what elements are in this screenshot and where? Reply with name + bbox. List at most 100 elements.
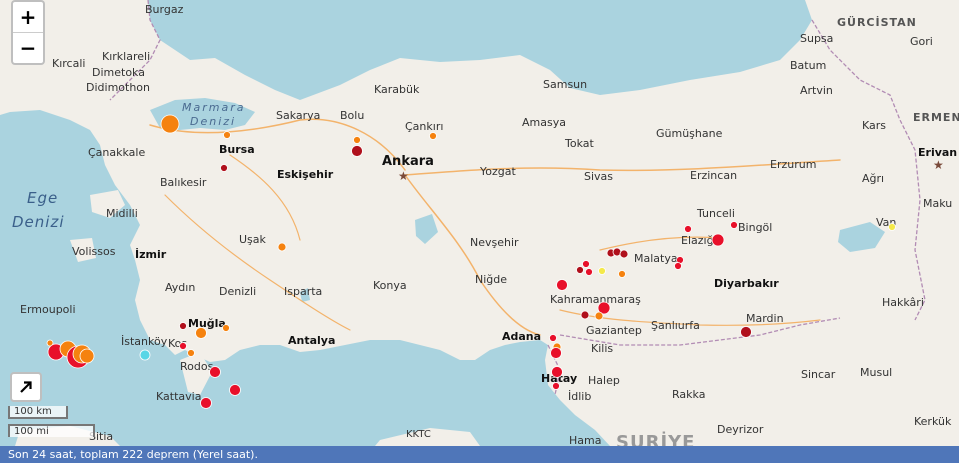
label-gaziantep: Gaziantep (586, 324, 642, 337)
label-nevsehir: Nevşehir (470, 236, 519, 249)
label-halep: Halep (588, 374, 620, 387)
quake-marker[interactable] (179, 322, 187, 330)
label-eskisehir: Eskişehir (277, 168, 334, 181)
label-istankoy: İstanköy (121, 335, 168, 348)
quake-marker[interactable] (277, 242, 287, 252)
quake-marker[interactable] (222, 324, 230, 332)
quake-marker[interactable] (582, 260, 590, 268)
label-yozgat: Yozgat (479, 165, 516, 178)
expand-button[interactable] (10, 372, 42, 402)
label-hama: Hama (569, 434, 601, 446)
scale-bar-mi: 100 mi (8, 424, 95, 437)
label-kktc: KKTC (406, 429, 431, 440)
label-usak: Uşak (239, 233, 267, 246)
label-marmara-denizi: Denizi (190, 115, 236, 128)
label-sakarya: Sakarya (276, 109, 320, 122)
label-antalya: Antalya (288, 334, 335, 347)
label-kircali: Kırcali (52, 57, 85, 70)
label-isparta: Isparta (284, 285, 322, 298)
map-svg[interactable]: Burgaz GÜRCİSTAN Kırklareli Kırcali Dime… (0, 0, 959, 453)
label-mugla: Muğla (188, 317, 226, 330)
status-bar: Son 24 saat, toplam 222 deprem (Yerel sa… (0, 446, 959, 463)
label-agri: Ağrı (862, 172, 884, 185)
quake-marker[interactable] (353, 136, 361, 144)
label-ege-denizi: Denizi (12, 213, 65, 231)
label-sanliurfa: Şanlıurfa (651, 319, 700, 332)
quake-marker[interactable] (594, 311, 604, 321)
label-supsa: Supsa (800, 32, 833, 45)
label-gori: Gori (910, 35, 933, 48)
label-aydin: Aydın (165, 281, 195, 294)
quake-marker[interactable] (223, 131, 231, 139)
label-maku: Maku (923, 197, 952, 210)
quake-marker[interactable] (179, 342, 187, 350)
quake-marker[interactable] (220, 164, 228, 172)
quake-marker[interactable] (684, 225, 692, 233)
label-kilis: Kilis (591, 342, 613, 355)
erivan-star-icon: ★ (933, 158, 944, 172)
label-canakkale: Çanakkale (88, 146, 145, 159)
quake-marker[interactable] (740, 326, 752, 338)
label-bursa: Bursa (219, 143, 255, 156)
quake-marker[interactable] (598, 267, 606, 275)
quake-marker[interactable] (888, 223, 896, 231)
quake-marker[interactable] (619, 249, 629, 259)
label-gurcistan: GÜRCİSTAN (837, 15, 917, 29)
quake-marker[interactable] (549, 334, 557, 342)
label-karabuk: Karabük (374, 83, 420, 96)
label-deyrizor: Deyrizor (717, 423, 764, 436)
label-ermoupoli: Ermoupoli (20, 303, 76, 316)
label-konya: Konya (373, 279, 407, 292)
quake-marker[interactable] (79, 348, 95, 364)
label-tokat: Tokat (564, 137, 594, 150)
label-dimetoka: Dimetoka (92, 66, 145, 79)
quake-marker[interactable] (674, 262, 682, 270)
label-elazig: Elazığ (681, 234, 714, 247)
quake-marker[interactable] (730, 221, 738, 229)
zoom-in-button[interactable]: + (13, 2, 43, 32)
label-cankiri: Çankırı (405, 120, 443, 133)
label-volissos: Volissos (72, 245, 116, 258)
label-malatya: Malatya (634, 252, 678, 265)
label-ermenistan: ERMENİS (913, 110, 959, 124)
label-ankara: Ankara (382, 154, 434, 169)
quake-marker[interactable] (351, 145, 363, 157)
zoom-control: + − (11, 0, 45, 65)
label-marmara: Marmara (182, 101, 245, 114)
quake-marker[interactable] (580, 310, 590, 320)
ankara-star-icon: ★ (398, 169, 409, 183)
quake-marker[interactable] (187, 349, 195, 357)
scale-bar-km: 100 km (8, 406, 68, 419)
label-batum: Batum (790, 59, 826, 72)
quake-marker[interactable] (556, 279, 568, 291)
quake-marker[interactable] (139, 349, 151, 361)
label-didimothon: Didimothon (86, 81, 150, 94)
quake-marker[interactable] (160, 114, 180, 134)
label-midilli: Midilli (106, 207, 138, 220)
quake-marker[interactable] (195, 327, 207, 339)
label-burgaz: Burgaz (145, 3, 184, 16)
label-hakkari: Hakkâri (882, 296, 924, 309)
quake-marker[interactable] (551, 366, 563, 378)
quake-marker[interactable] (552, 382, 560, 390)
quake-marker[interactable] (550, 347, 562, 359)
quake-marker[interactable] (200, 397, 212, 409)
label-adana: Adana (502, 330, 541, 343)
quake-marker[interactable] (209, 366, 221, 378)
quake-marker[interactable] (585, 268, 593, 276)
quake-marker[interactable] (576, 266, 584, 274)
label-samsun: Samsun (543, 78, 587, 91)
quake-marker[interactable] (229, 384, 241, 396)
label-sivas: Sivas (584, 170, 613, 183)
quake-marker[interactable] (429, 132, 437, 140)
map-canvas[interactable]: Burgaz GÜRCİSTAN Kırklareli Kırcali Dime… (0, 0, 959, 453)
quake-marker[interactable] (618, 270, 626, 278)
label-erzurum: Erzurum (770, 158, 816, 171)
label-denizli: Denizli (219, 285, 256, 298)
label-mardin: Mardin (746, 312, 784, 325)
label-kars: Kars (862, 119, 886, 132)
label-ege: Ege (27, 189, 58, 207)
zoom-out-button[interactable]: − (13, 32, 43, 63)
quake-marker[interactable] (711, 233, 725, 247)
label-kahramanmaras: Kahramanmaraş (550, 293, 641, 306)
